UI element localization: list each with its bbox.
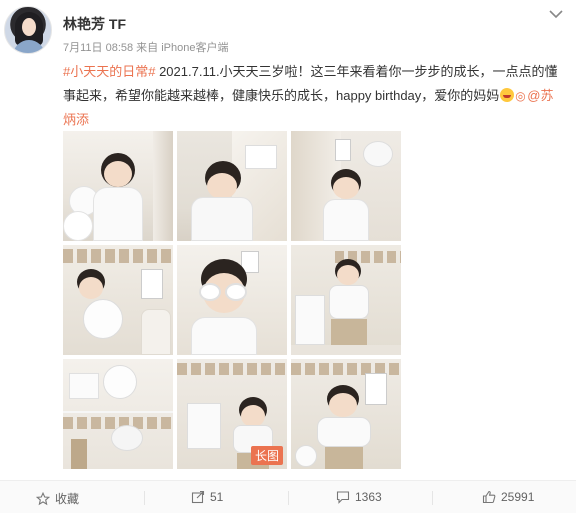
like-button[interactable]: 25991	[482, 490, 534, 504]
photo-9[interactable]	[291, 359, 401, 469]
like-count: 25991	[501, 490, 535, 504]
repost-count: 51	[210, 490, 224, 504]
comment-icon	[336, 491, 350, 504]
mention-icon: ◎	[515, 89, 526, 103]
photo-1[interactable]	[63, 131, 173, 241]
chevron-down-icon[interactable]	[548, 8, 564, 22]
photo-2[interactable]	[177, 131, 287, 241]
photo-3[interactable]	[291, 131, 401, 241]
star-icon	[36, 491, 50, 505]
image-grid: 长图	[63, 131, 401, 469]
thumbs-up-icon	[482, 490, 496, 504]
kiss-emoji-icon	[500, 88, 515, 102]
photo-6[interactable]	[291, 245, 401, 355]
share-icon	[191, 490, 205, 504]
photo-7[interactable]	[63, 359, 173, 469]
photo-8[interactable]: 长图	[177, 359, 287, 469]
repost-button[interactable]: 51	[191, 490, 223, 504]
post-text: #小天天的日常# 2021.7.11.小天天三岁啦！这三年来看着你一步步的成长，…	[63, 60, 563, 132]
author-name[interactable]: 林艳芳 TF	[63, 14, 126, 34]
favorite-label: 收藏	[55, 492, 80, 506]
post-meta: 7月11日 08:58 来自 iPhone客户端	[63, 42, 229, 54]
avatar[interactable]	[4, 6, 52, 54]
comment-button[interactable]: 1363	[336, 490, 382, 504]
photo-5[interactable]	[177, 245, 287, 355]
weibo-post-card: 林艳芳 TF 7月11日 08:58 来自 iPhone客户端 #小天天的日常#…	[0, 0, 576, 513]
favorite-button[interactable]: 收藏	[36, 490, 79, 507]
hashtag-link[interactable]: #小天天的日常#	[63, 64, 155, 79]
action-bar: 收藏 51 1363 25991	[0, 480, 576, 513]
comment-count: 1363	[355, 490, 382, 504]
long-image-badge: 长图	[250, 446, 283, 465]
photo-4[interactable]	[63, 245, 173, 355]
